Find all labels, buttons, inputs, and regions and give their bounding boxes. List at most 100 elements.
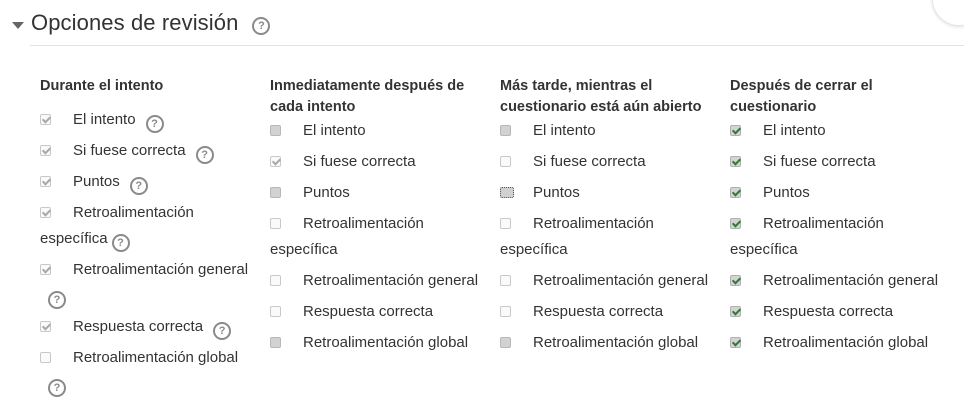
- column-after-closed: Después de cerrar el cuestionario El int…: [730, 76, 950, 361]
- option-whether-correct: Si fuese correcta: [730, 149, 950, 175]
- option-label: Respuesta correcta: [763, 303, 894, 320]
- option-right-answer: Respuesta correcta?: [40, 314, 260, 340]
- checkbox[interactable]: [730, 218, 741, 229]
- option-general-feedback: Retroalimentación general: [270, 268, 490, 294]
- option-label: Puntos: [73, 173, 120, 190]
- checkbox[interactable]: [270, 218, 281, 229]
- checkbox[interactable]: [730, 306, 741, 317]
- checkbox[interactable]: [40, 352, 51, 363]
- option-label: Puntos: [303, 184, 350, 201]
- option-general-feedback: Retroalimentación general: [730, 268, 950, 294]
- option-attempt: El intento: [500, 118, 720, 144]
- section-divider: [30, 45, 964, 46]
- option-label: Retroalimentación global: [73, 349, 239, 366]
- checkbox[interactable]: [270, 156, 281, 167]
- checkbox[interactable]: [270, 306, 281, 317]
- help-icon[interactable]: ?: [252, 17, 271, 35]
- option-specific-feedback: Retroalimentación específica: [270, 211, 490, 263]
- section-header[interactable]: Opciones de revisión ?: [12, 10, 271, 36]
- corner-action-button[interactable]: [932, 0, 964, 26]
- option-label: Respuesta correcta: [533, 303, 664, 320]
- option-label: Puntos: [533, 184, 580, 201]
- checkbox[interactable]: [730, 337, 741, 348]
- option-label: El intento: [73, 111, 136, 128]
- option-label: Si fuese correcta: [763, 153, 876, 170]
- help-icon[interactable]: ?: [129, 177, 148, 195]
- option-label: Retroalimentación específica: [730, 215, 884, 258]
- option-attempt: El intento: [730, 118, 950, 144]
- checkbox[interactable]: [500, 306, 511, 317]
- checkbox[interactable]: [270, 337, 281, 348]
- option-right-answer: Respuesta correcta: [500, 299, 720, 325]
- option-attempt: El intento?: [40, 107, 260, 133]
- column-immediately-after: Inmediatamente después de cada intento E…: [270, 76, 490, 361]
- checkbox[interactable]: [730, 156, 741, 167]
- option-label: El intento: [303, 122, 366, 139]
- option-label: Retroalimentación general: [303, 272, 479, 289]
- option-label: Retroalimentación general: [73, 261, 249, 278]
- checkbox[interactable]: [730, 125, 741, 136]
- checkbox[interactable]: [500, 275, 511, 286]
- checkbox[interactable]: [500, 218, 511, 229]
- option-label: Si fuese correcta: [73, 142, 186, 159]
- option-marks: Puntos?: [40, 169, 260, 195]
- column-heading: Durante el intento: [40, 78, 164, 94]
- checkbox[interactable]: [730, 275, 741, 286]
- column-heading: Más tarde, mientras el cuestionario está…: [500, 78, 702, 115]
- option-marks: Puntos: [270, 180, 490, 206]
- option-label: Retroalimentación general: [763, 272, 939, 289]
- option-attempt: El intento: [270, 118, 490, 144]
- column-heading: Inmediatamente después de cada intento: [270, 78, 465, 115]
- help-icon[interactable]: ?: [145, 115, 164, 133]
- checkbox[interactable]: [500, 337, 511, 348]
- option-label: El intento: [533, 122, 596, 139]
- help-icon[interactable]: ?: [195, 146, 214, 164]
- option-specific-feedback: Retroalimentación específica?: [40, 200, 260, 252]
- checkbox[interactable]: [40, 145, 51, 156]
- option-general-feedback: Retroalimentación general: [500, 268, 720, 294]
- option-whether-correct: Si fuese correcta: [500, 149, 720, 175]
- option-label: Puntos: [763, 184, 810, 201]
- column-during-attempt: Durante el intento El intento? Si fuese …: [40, 76, 260, 402]
- help-icon[interactable]: ?: [111, 234, 130, 252]
- help-icon[interactable]: ?: [48, 291, 66, 309]
- option-label: Retroalimentación específica: [270, 215, 424, 258]
- checkbox[interactable]: [40, 264, 51, 275]
- checkbox[interactable]: [270, 125, 281, 136]
- option-overall-feedback: Retroalimentación global: [500, 330, 720, 356]
- option-label: Retroalimentación global: [533, 334, 699, 351]
- caret-down-icon[interactable]: [12, 21, 24, 29]
- checkbox[interactable]: [270, 187, 281, 198]
- option-label: El intento: [763, 122, 826, 139]
- option-label: Si fuese correcta: [303, 153, 416, 170]
- checkbox[interactable]: [730, 187, 741, 198]
- checkbox[interactable]: [40, 114, 51, 125]
- option-label: Retroalimentación general: [533, 272, 709, 289]
- checkbox[interactable]: [270, 275, 281, 286]
- option-specific-feedback: Retroalimentación específica: [730, 211, 950, 263]
- checkbox[interactable]: [40, 207, 51, 218]
- checkbox[interactable]: [500, 187, 514, 198]
- option-specific-feedback: Retroalimentación específica: [500, 211, 720, 263]
- option-general-feedback: Retroalimentación general?: [40, 257, 260, 309]
- option-label: Si fuese correcta: [533, 153, 646, 170]
- help-icon[interactable]: ?: [213, 322, 232, 340]
- option-overall-feedback: Retroalimentación global: [730, 330, 950, 356]
- option-label: Retroalimentación específica: [500, 215, 654, 258]
- option-label: Retroalimentación global: [303, 334, 469, 351]
- checkbox[interactable]: [40, 176, 51, 187]
- checkbox[interactable]: [500, 125, 511, 136]
- option-right-answer: Respuesta correcta: [270, 299, 490, 325]
- option-marks: Puntos: [500, 180, 720, 206]
- checkbox[interactable]: [40, 321, 51, 332]
- option-whether-correct: Si fuese correcta?: [40, 138, 260, 164]
- column-later-while-open: Más tarde, mientras el cuestionario está…: [500, 76, 720, 361]
- option-overall-feedback: Retroalimentación global: [270, 330, 490, 356]
- option-marks: Puntos: [730, 180, 950, 206]
- help-icon[interactable]: ?: [48, 379, 66, 397]
- checkbox[interactable]: [500, 156, 511, 167]
- option-overall-feedback: Retroalimentación global?: [40, 345, 260, 397]
- option-right-answer: Respuesta correcta: [730, 299, 950, 325]
- column-heading: Después de cerrar el cuestionario: [730, 78, 873, 115]
- option-label: Respuesta correcta: [303, 303, 434, 320]
